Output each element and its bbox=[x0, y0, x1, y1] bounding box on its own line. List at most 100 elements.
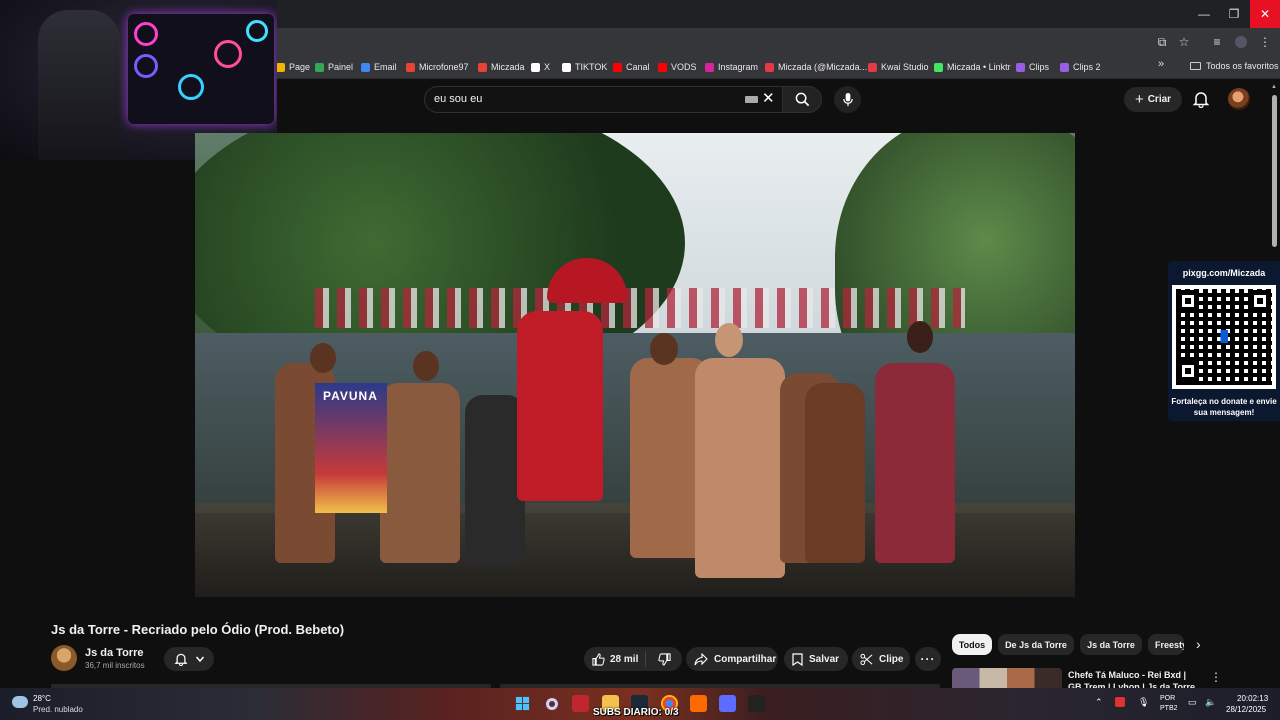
bell-icon bbox=[1192, 92, 1210, 109]
terminal-icon[interactable] bbox=[748, 695, 765, 712]
chip-all[interactable]: Todos bbox=[952, 634, 992, 655]
bookmark-item[interactable]: Canal bbox=[613, 59, 650, 75]
bookmark-favicon bbox=[613, 62, 622, 72]
chip-from-channel[interactable]: De Js da Torre bbox=[998, 634, 1074, 655]
subs-counter-overlay: SUBS DIARIO: 0/3 bbox=[593, 707, 679, 718]
bookmark-item[interactable]: VODS bbox=[658, 59, 697, 75]
scrollbar-thumb[interactable] bbox=[1272, 95, 1277, 247]
browser-menu-icon[interactable]: ⋮ bbox=[1257, 34, 1273, 50]
microphone-icon bbox=[842, 92, 853, 107]
bookmark-star-icon[interactable]: ☆ bbox=[1176, 34, 1192, 50]
video-person bbox=[805, 383, 865, 563]
channel-name[interactable]: Js da Torre bbox=[85, 647, 144, 659]
account-avatar[interactable] bbox=[1228, 88, 1250, 110]
video-singer bbox=[517, 311, 603, 501]
minimize-button[interactable]: — bbox=[1188, 0, 1220, 28]
keyboard-language[interactable]: POR bbox=[1160, 695, 1175, 702]
qr-finder bbox=[1177, 360, 1199, 382]
like-button[interactable]: 28 mil bbox=[584, 651, 646, 667]
like-dislike-group: 28 mil bbox=[584, 647, 682, 671]
clip-button[interactable]: Clipe bbox=[852, 647, 910, 671]
bookmarks-overflow-button[interactable]: » bbox=[1158, 58, 1164, 70]
profile-icon[interactable] bbox=[1233, 34, 1249, 50]
bookmark-item[interactable]: Miczada • Linktr bbox=[934, 59, 1011, 75]
bookmark-label: Clips bbox=[1029, 62, 1050, 72]
chips-next-arrow[interactable]: › bbox=[1196, 636, 1201, 652]
bookmark-favicon bbox=[562, 62, 571, 72]
tray-overflow-chevron-icon[interactable]: ⌃ bbox=[1095, 697, 1103, 708]
rgb-fan bbox=[178, 74, 204, 100]
bookmark-label: Kwai Studio bbox=[881, 62, 929, 72]
weather-temperature[interactable]: 28°C bbox=[33, 694, 51, 703]
bookmark-item[interactable]: TIKTOK bbox=[562, 59, 607, 75]
bookmark-label: Instagram bbox=[718, 62, 759, 72]
app-icon[interactable] bbox=[719, 695, 736, 712]
settings-gear-icon[interactable] bbox=[543, 695, 560, 712]
bookmark-item[interactable]: Clips 2 bbox=[1060, 59, 1101, 75]
all-bookmarks-folder[interactable]: Todos os favoritos bbox=[1190, 61, 1279, 71]
gaming-chair bbox=[38, 10, 120, 160]
bookmark-item[interactable]: Painel bbox=[315, 59, 353, 75]
clock-date[interactable]: 28/12/2025 bbox=[1226, 705, 1266, 714]
video-player[interactable]: PAVUNA bbox=[195, 133, 1075, 597]
clear-search-icon[interactable]: ✕ bbox=[762, 91, 775, 107]
video-person-head bbox=[310, 343, 336, 373]
notifications-button[interactable] bbox=[1192, 90, 1210, 109]
bookmark-item[interactable]: Miczada (@Miczada... bbox=[765, 59, 867, 75]
bookmark-item[interactable]: X bbox=[531, 59, 550, 75]
weather-description[interactable]: Pred. nublado bbox=[33, 705, 83, 714]
related-video-title[interactable]: Chefe Tá Maluco - Rei Bxd | GB Trem | Ly… bbox=[1068, 669, 1202, 688]
save-label: Salvar bbox=[809, 653, 840, 665]
video-person-head bbox=[715, 323, 743, 357]
bookmark-label: Miczada (@Miczada... bbox=[778, 62, 868, 72]
bookmark-item[interactable]: Instagram bbox=[705, 59, 758, 75]
tray-microphone-icon[interactable]: 🎙 bbox=[1138, 697, 1149, 708]
tray-app-icon[interactable] bbox=[1115, 697, 1125, 707]
clock-time[interactable]: 20:02:13 bbox=[1237, 694, 1268, 703]
bookmark-item[interactable]: Page bbox=[276, 59, 310, 75]
app-icon[interactable] bbox=[690, 695, 707, 712]
bookmark-item[interactable]: Kwai Studio bbox=[868, 59, 929, 75]
scissors-icon bbox=[860, 653, 873, 665]
chip-freestyle[interactable]: Freestyle bbox=[1148, 634, 1184, 655]
video-person-head bbox=[907, 321, 933, 353]
network-icon[interactable]: ▭ bbox=[1188, 697, 1197, 708]
bookmark-item[interactable]: Miczada bbox=[478, 59, 525, 75]
chip-js-da-torre[interactable]: Js da Torre bbox=[1080, 634, 1142, 655]
voicemeeter-icon[interactable] bbox=[572, 695, 589, 712]
keyboard-icon[interactable] bbox=[745, 96, 758, 103]
create-button[interactable]: + Criar bbox=[1124, 87, 1182, 112]
channel-avatar[interactable] bbox=[51, 645, 77, 671]
search-button[interactable] bbox=[782, 86, 822, 113]
video-person bbox=[380, 383, 460, 563]
share-button[interactable]: Compartilhar bbox=[686, 647, 778, 671]
dislike-button[interactable] bbox=[646, 652, 682, 666]
media-control-icon[interactable]: ≡ bbox=[1209, 34, 1225, 50]
install-app-icon[interactable]: ⧉ bbox=[1154, 34, 1170, 50]
save-button[interactable]: Salvar bbox=[784, 647, 848, 671]
maximize-button[interactable]: ❐ bbox=[1218, 0, 1250, 28]
donation-caption: Fortaleça no donate e envie sua mensagem… bbox=[1171, 397, 1277, 417]
bookmark-favicon bbox=[765, 62, 774, 72]
bookmark-label: X bbox=[544, 62, 551, 72]
bookmark-label: Clips 2 bbox=[1073, 62, 1101, 72]
rgb-fan bbox=[214, 40, 242, 68]
scroll-up-arrow[interactable]: ▲ bbox=[1271, 84, 1277, 90]
close-window-button[interactable]: ✕ bbox=[1250, 0, 1280, 28]
subscription-notifications-button[interactable] bbox=[164, 647, 214, 671]
keyboard-layout[interactable]: PTB2 bbox=[1160, 705, 1178, 712]
weather-cloud-icon[interactable] bbox=[12, 696, 28, 708]
volume-icon[interactable]: 🔈 bbox=[1205, 697, 1216, 708]
more-actions-button[interactable]: ··· bbox=[915, 647, 941, 671]
bookmark-favicon bbox=[361, 62, 370, 72]
voice-search-button[interactable] bbox=[834, 86, 861, 113]
related-video-menu[interactable]: ⋮ bbox=[1210, 670, 1222, 684]
bookmark-item[interactable]: Clips bbox=[1016, 59, 1049, 75]
donation-url: pixgg.com/Miczada bbox=[1182, 268, 1266, 278]
related-video-thumbnail[interactable] bbox=[952, 668, 1062, 688]
bookmark-favicon bbox=[1060, 62, 1069, 72]
rgb-fan bbox=[134, 54, 158, 78]
windows-start-icon[interactable] bbox=[514, 695, 531, 712]
bookmark-item[interactable]: Microfone97 bbox=[406, 59, 469, 75]
bookmark-item[interactable]: Email bbox=[361, 59, 397, 75]
